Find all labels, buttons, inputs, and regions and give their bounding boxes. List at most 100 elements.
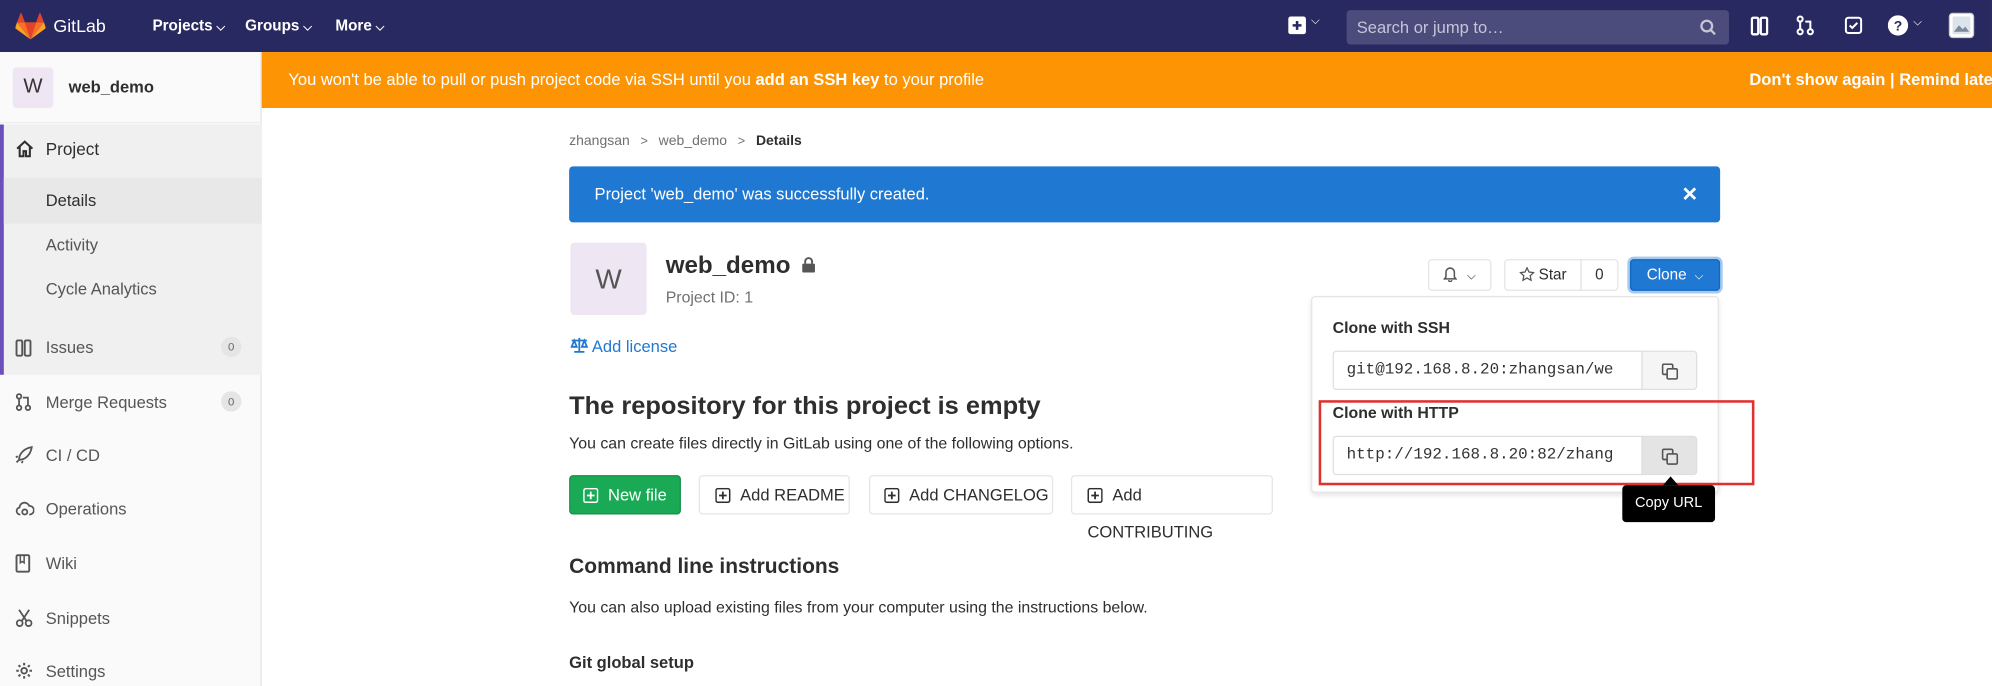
star-count[interactable]: 0 — [1580, 259, 1619, 291]
search-icon — [1700, 19, 1716, 36]
issues-icon[interactable] — [1750, 16, 1769, 36]
add-changelog-button[interactable]: Add CHANGELOG — [868, 475, 1054, 515]
breadcrumb-item-project[interactable]: web_demo — [659, 133, 727, 148]
chevron-down-icon: ⌵ — [303, 20, 312, 34]
help-dropdown[interactable]: ? ⌵ — [1887, 15, 1922, 42]
add-readme-button[interactable]: Add README — [698, 475, 850, 515]
sidebar-item-merge-requests[interactable]: Merge Requests 0 — [0, 391, 262, 416]
projects-menu[interactable]: Projects ⌵ — [152, 0, 225, 52]
plus-square-icon — [1288, 16, 1306, 35]
tooltip-arrow — [1662, 476, 1679, 486]
add-license-link[interactable]: Add license — [570, 337, 677, 356]
sidebar-project-header[interactable]: W web_demo — [0, 52, 262, 124]
plus-square-icon — [884, 487, 900, 504]
notification-dropdown[interactable]: ⌵ — [1427, 259, 1492, 291]
breadcrumb-item-current: Details — [755, 133, 802, 149]
add-license-label: Add license — [591, 336, 678, 356]
plus-square-icon — [583, 487, 599, 504]
bell-icon — [1443, 267, 1458, 283]
breadcrumb: zhangsan > web_demo > Details — [569, 128, 802, 151]
issues-icon — [15, 339, 32, 357]
star-button[interactable]: Star — [1504, 259, 1582, 291]
avatar-image-icon — [1952, 16, 1971, 35]
empty-repo-subtext: You can create files directly in GitLab … — [569, 434, 1074, 453]
breadcrumb-item-user[interactable]: zhangsan — [569, 133, 630, 148]
chevron-down-icon: ⌵ — [1913, 15, 1922, 28]
sidebar-item-details[interactable]: Details — [3, 177, 262, 224]
clone-ssh-label: Clone with SSH — [1332, 318, 1451, 337]
plus-square-icon — [715, 487, 731, 504]
sidebar-item-settings-label: Settings — [45, 661, 106, 681]
sidebar-item-snippets-label: Snippets — [45, 608, 111, 628]
clone-dropdown-button[interactable]: Clone ⌵ — [1629, 259, 1721, 291]
sidebar-item-issues[interactable]: Issues 0 — [0, 336, 262, 361]
sidebar-item-wiki-label: Wiki — [45, 553, 77, 573]
sidebar-item-project-label: Project — [45, 139, 100, 159]
ssh-warning-text: You won't be able to pull or push projec… — [288, 52, 984, 108]
close-icon[interactable]: × — [1682, 166, 1697, 222]
remind-later-link[interactable]: Remind late — [1899, 70, 1992, 89]
add-ssh-key-link[interactable]: add an SSH key — [755, 70, 879, 89]
sidebar-item-project[interactable]: Project — [0, 140, 262, 165]
gitlab-brand[interactable]: GitLab — [53, 0, 105, 52]
banner-separator: | — [1889, 69, 1895, 89]
add-readme-label: Add README — [740, 485, 845, 505]
sidebar-item-merge-requests-label: Merge Requests — [45, 392, 167, 412]
banner-actions: Don't show again | Remind late — [1749, 52, 1992, 108]
todos-icon[interactable] — [1844, 16, 1863, 35]
plus-square-icon — [1087, 487, 1103, 504]
chevron-down-icon: ⌵ — [1311, 13, 1320, 27]
groups-menu[interactable]: Groups ⌵ — [245, 0, 312, 52]
add-contributing-button[interactable]: Add CONTRIBUTING — [1070, 475, 1273, 541]
sidebar-project-avatar: W — [12, 67, 54, 108]
book-icon — [15, 554, 31, 573]
user-avatar[interactable] — [1948, 12, 1975, 39]
new-dropdown-button[interactable]: ⌵ — [1288, 14, 1320, 41]
project-name: web_demo — [665, 252, 791, 280]
project-title: web_demo — [666, 253, 817, 281]
star-icon — [1518, 266, 1535, 282]
merge-request-icon[interactable] — [1796, 15, 1814, 36]
search-input[interactable]: Search or jump to… — [1346, 10, 1730, 45]
top-navbar: GitLab Projects ⌵ Groups ⌵ More ⌵ ⌵ Search … — [0, 0, 1992, 53]
sidebar-item-activity-label: Activity — [45, 235, 99, 255]
ssh-warning-text-before: You won't be able to pull or push projec… — [288, 69, 756, 89]
svg-text:?: ? — [1894, 17, 1903, 33]
clone-label: Clone — [1646, 265, 1687, 284]
home-icon — [16, 140, 34, 158]
empty-repo-heading: The repository for this project is empty — [569, 392, 1041, 421]
add-changelog-label: Add CHANGELOG — [909, 485, 1049, 505]
add-contributing-label: Add CONTRIBUTING — [1087, 485, 1214, 542]
clone-ssh-url-input[interactable]: git@192.168.8.20:zhangsan/we — [1332, 350, 1643, 391]
groups-menu-label: Groups — [245, 16, 300, 35]
project-id: Project ID: 1 — [665, 288, 754, 307]
new-file-button[interactable]: New file — [569, 475, 681, 515]
rocket-icon — [15, 446, 33, 464]
more-menu-label: More — [335, 16, 372, 35]
ssh-key-warning-banner: You won't be able to pull or push projec… — [261, 52, 1992, 108]
copy-icon — [1661, 363, 1679, 380]
chevron-down-icon: ⌵ — [375, 20, 385, 34]
breadcrumb-separator: > — [640, 134, 648, 149]
sidebar-item-cycle-analytics-label: Cycle Analytics — [45, 279, 157, 299]
merge-request-icon — [15, 393, 32, 411]
scale-icon — [570, 337, 589, 353]
help-icon: ? — [1887, 15, 1909, 36]
sidebar-project-name: web_demo — [68, 77, 154, 97]
copy-url-tooltip: Copy URL — [1622, 485, 1716, 523]
gitlab-logo-icon[interactable] — [15, 12, 46, 47]
search-placeholder: Search or jump to… — [1356, 17, 1504, 37]
sidebar-item-ci-cd-label: CI / CD — [45, 445, 100, 465]
gear-icon — [16, 662, 33, 679]
breadcrumb-separator: > — [737, 134, 746, 149]
star-label: Star — [1538, 265, 1567, 284]
projects-menu-label: Projects — [152, 16, 213, 35]
cli-heading: Command line instructions — [569, 555, 840, 579]
cloud-gear-icon — [15, 501, 35, 516]
dont-show-again-link[interactable]: Don't show again — [1749, 70, 1885, 89]
copy-ssh-url-button[interactable] — [1641, 350, 1698, 391]
chevron-down-icon: ⌵ — [1694, 269, 1704, 283]
cli-subtext: You can also upload existing files from … — [569, 598, 1148, 617]
scissors-icon — [15, 609, 33, 627]
more-menu[interactable]: More ⌵ — [335, 0, 384, 52]
